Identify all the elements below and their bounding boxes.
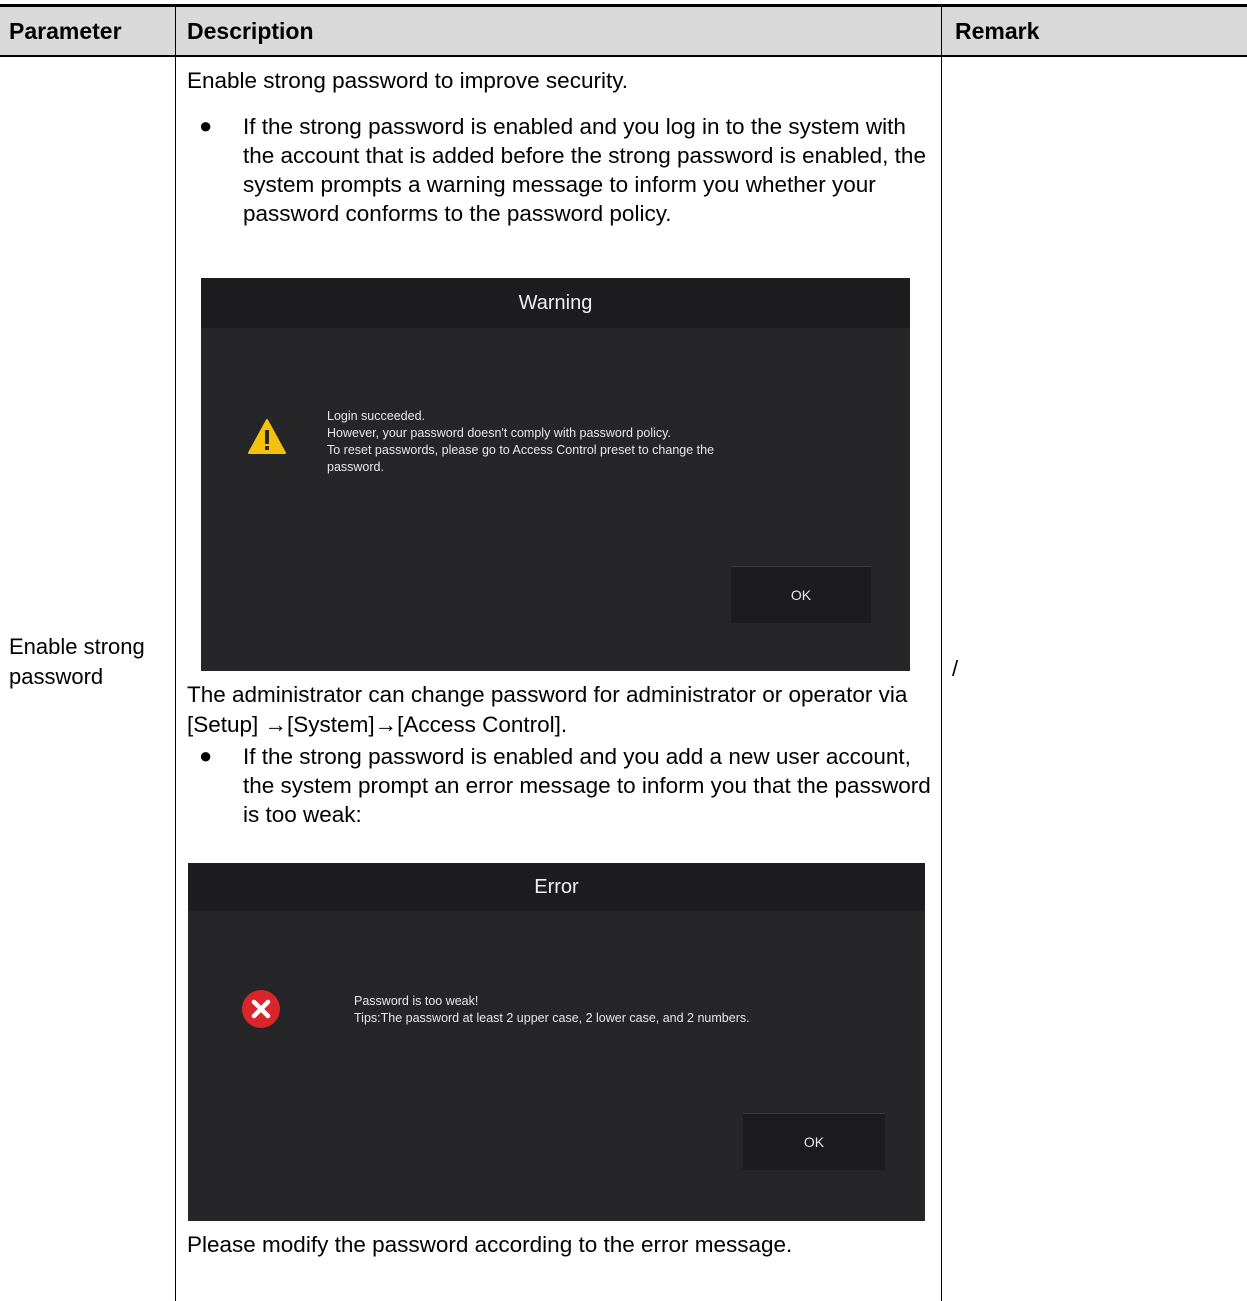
warning-ok-button[interactable]: OK: [731, 566, 871, 623]
header-parameter: Parameter: [9, 18, 122, 44]
warning-dialog-title: Warning: [201, 278, 910, 328]
description-bullet-1: If the strong password is enabled and yo…: [243, 114, 926, 226]
description-outro: Please modify the password according to …: [187, 1232, 793, 1257]
remark-cell: /: [952, 656, 959, 681]
error-dialog-title: Error: [188, 863, 925, 911]
header-divider: [0, 55, 1247, 57]
description-intro: Enable strong password to improve securi…: [187, 68, 629, 93]
description-bullet-2: If the strong password is enabled and yo…: [243, 744, 931, 827]
error-dialog-message: Password is too weak! Tips:The password …: [354, 993, 914, 1027]
error-ok-button[interactable]: OK: [743, 1113, 885, 1170]
warning-dialog-message: Login succeeded. However, your password …: [327, 408, 887, 476]
header-description: Description: [187, 18, 314, 44]
error-x-icon: [242, 990, 280, 1028]
bullet-dot: ●: [199, 743, 213, 768]
warning-line: password.: [327, 460, 384, 474]
warning-line: Login succeeded.: [327, 409, 425, 423]
column-divider: [941, 7, 942, 1301]
column-divider: [175, 7, 176, 1301]
error-dialog: Error Password is too weak! Tips:The pas…: [188, 863, 925, 1221]
error-line: Tips:The password at least 2 upper case,…: [354, 1011, 750, 1025]
error-line: Password is too weak!: [354, 994, 479, 1008]
warning-dialog: Warning Login succeeded. However, your p…: [201, 278, 910, 671]
parameter-table: Parameter Description Remark Enable stro…: [0, 0, 1247, 1301]
warning-line: To reset passwords, please go to Access …: [327, 443, 715, 457]
header-remark: Remark: [955, 18, 1040, 44]
parameter-cell: Enable strong password: [9, 634, 145, 689]
warning-triangle-icon: [248, 419, 286, 454]
warning-line: However, your password doesn't comply wi…: [327, 426, 671, 440]
bullet-dot: ●: [199, 113, 213, 138]
description-middle: The administrator can change password fo…: [187, 682, 908, 737]
